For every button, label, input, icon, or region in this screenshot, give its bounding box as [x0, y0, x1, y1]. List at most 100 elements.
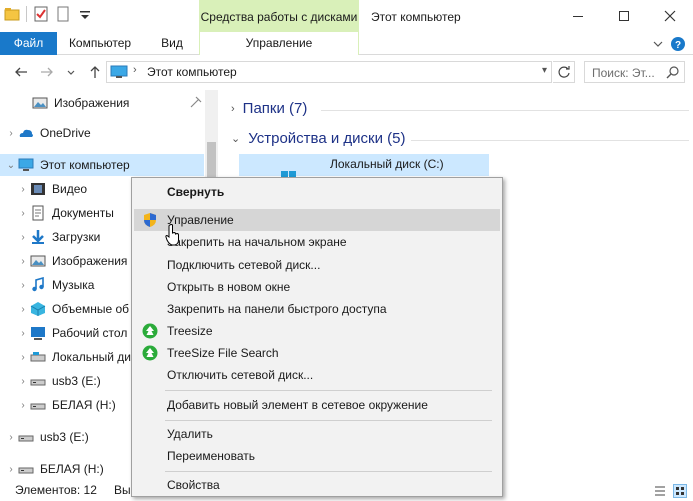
search-box[interactable]: Поиск: Эт... [584, 61, 685, 83]
menu-item-rename[interactable]: Переименовать [134, 445, 500, 467]
details-view-icon[interactable] [654, 485, 666, 500]
title-bar: Средства работы с дисками Этот компьютер [0, 0, 693, 32]
quick-access-toolbar [4, 6, 93, 22]
maximize-button[interactable] [601, 0, 647, 32]
arrow-left-icon [15, 67, 27, 77]
close-button[interactable] [647, 0, 693, 32]
forward-button[interactable] [38, 64, 56, 82]
shield-icon [142, 212, 158, 228]
chevron-right-icon[interactable]: › [4, 432, 18, 443]
refresh-button[interactable] [553, 61, 575, 83]
group-divider [411, 140, 689, 141]
group-folders-label: Папки (7) [242, 100, 308, 117]
toolbar-separator [26, 6, 27, 22]
3d-objects-icon [30, 301, 46, 317]
chevron-right-icon[interactable]: › [16, 400, 30, 411]
menu-item-disconnect-network-drive[interactable]: Отключить сетевой диск... [134, 364, 500, 386]
ribbon-expand-button[interactable] [652, 32, 664, 55]
pictures-icon [32, 95, 48, 111]
drive-icon [30, 349, 46, 365]
computer-icon [110, 65, 128, 79]
group-divider [321, 110, 689, 111]
maximize-icon [619, 11, 629, 21]
help-button[interactable]: ? [670, 32, 686, 55]
chevron-right-icon[interactable]: › [16, 256, 30, 267]
menu-item-manage[interactable]: Управление [134, 209, 500, 231]
chevron-right-icon[interactable]: › [16, 328, 30, 339]
breadcrumb-current[interactable]: Этот компьютер [147, 65, 237, 79]
minimize-button[interactable] [555, 0, 601, 32]
window-title: Этот компьютер [371, 10, 461, 24]
context-tab-header: Средства работы с дисками [199, 0, 359, 32]
arrow-right-icon [41, 67, 53, 77]
folder-icon[interactable] [4, 6, 20, 22]
documents-icon [30, 205, 46, 221]
drive-tile-c[interactable]: Локальный диск (C:) [239, 154, 489, 178]
chevron-down-icon[interactable] [77, 6, 93, 22]
chevron-right-icon[interactable]: › [16, 376, 30, 387]
new-folder-icon[interactable] [55, 6, 71, 22]
menu-item-add-network-location[interactable]: Добавить новый элемент в сетевое окружен… [134, 394, 500, 416]
chevron-right-icon[interactable]: › [16, 352, 30, 363]
chevron-right-icon[interactable]: › [16, 304, 30, 315]
tab-computer[interactable]: Компьютер [60, 32, 140, 55]
refresh-icon [557, 66, 570, 78]
tab-view[interactable]: Вид [150, 32, 194, 55]
selection-status: Вы [114, 483, 131, 497]
tiles-view-icon[interactable] [673, 484, 687, 498]
items-count: Элементов: 12 [15, 483, 97, 497]
chevron-down-icon [67, 70, 75, 75]
search-input[interactable]: Поиск: Эт... [592, 66, 655, 80]
menu-item-open-new-window[interactable]: Открыть в новом окне [134, 276, 500, 298]
chevron-right-icon[interactable]: › [16, 232, 30, 243]
arrow-up-icon [90, 66, 100, 78]
back-button[interactable] [12, 64, 30, 82]
search-icon [666, 65, 680, 79]
menu-item-collapse[interactable]: Свернуть [134, 181, 500, 203]
chevron-right-icon[interactable]: › [4, 464, 18, 475]
close-icon [664, 10, 676, 22]
tab-manage[interactable]: Управление [199, 32, 359, 55]
chevron-right-icon[interactable]: › [16, 184, 30, 195]
chevron-down-icon[interactable]: ⌄ [4, 160, 18, 171]
up-button[interactable] [86, 64, 104, 82]
address-bar[interactable]: › Этот компьютер ▾ [106, 61, 552, 83]
treesize-icon [142, 323, 158, 339]
menu-item-treesize[interactable]: Treesize [134, 320, 500, 342]
pictures-icon [30, 253, 46, 269]
menu-separator [165, 471, 492, 472]
drive-name: Локальный диск (C:) [330, 157, 444, 171]
chevron-right-icon[interactable]: › [16, 280, 30, 291]
menu-item-treesize-search[interactable]: TreeSize File Search [134, 342, 500, 364]
chevron-right-icon: › [231, 102, 235, 115]
nav-item-this-pc[interactable]: ⌄ Этот компьютер [0, 154, 204, 176]
group-devices[interactable]: ⌄ Устройства и диски (5) [231, 130, 405, 147]
pin-icon[interactable] [190, 96, 202, 111]
music-icon [30, 276, 46, 293]
downloads-icon [30, 229, 46, 245]
tab-file[interactable]: Файл [0, 32, 57, 55]
menu-item-map-network-drive[interactable]: Подключить сетевой диск... [134, 254, 500, 276]
usb-drive-icon [18, 461, 34, 477]
minimize-icon [573, 16, 583, 17]
recent-locations-button[interactable] [62, 64, 80, 82]
menu-item-pin-start[interactable]: Закрепить на начальном экране [134, 231, 500, 253]
nav-item-onedrive[interactable]: › OneDrive [0, 122, 204, 144]
group-folders[interactable]: › Папки (7) [231, 100, 307, 117]
usb-drive-icon [18, 429, 34, 445]
properties-icon[interactable] [33, 6, 49, 22]
usb-drive-icon [30, 397, 46, 413]
menu-separator [165, 390, 492, 391]
ribbon-tabs: Файл Компьютер Вид Управление ? [0, 32, 693, 55]
video-icon [30, 181, 46, 197]
chevron-right-icon[interactable]: › [16, 208, 30, 219]
nav-item-pictures-quick[interactable]: Изображения [0, 92, 204, 114]
chevron-right-icon[interactable]: › [4, 128, 18, 139]
menu-separator [165, 420, 492, 421]
menu-item-delete[interactable]: Удалить [134, 423, 500, 445]
chevron-down-icon[interactable]: ▾ [542, 65, 547, 76]
menu-item-properties[interactable]: Свойства [134, 474, 500, 496]
menu-item-treesize-search-label: TreeSize File Search [167, 346, 279, 360]
menu-item-pin-quick-access[interactable]: Закрепить на панели быстрого доступа [134, 298, 500, 320]
desktop-icon [30, 325, 46, 341]
